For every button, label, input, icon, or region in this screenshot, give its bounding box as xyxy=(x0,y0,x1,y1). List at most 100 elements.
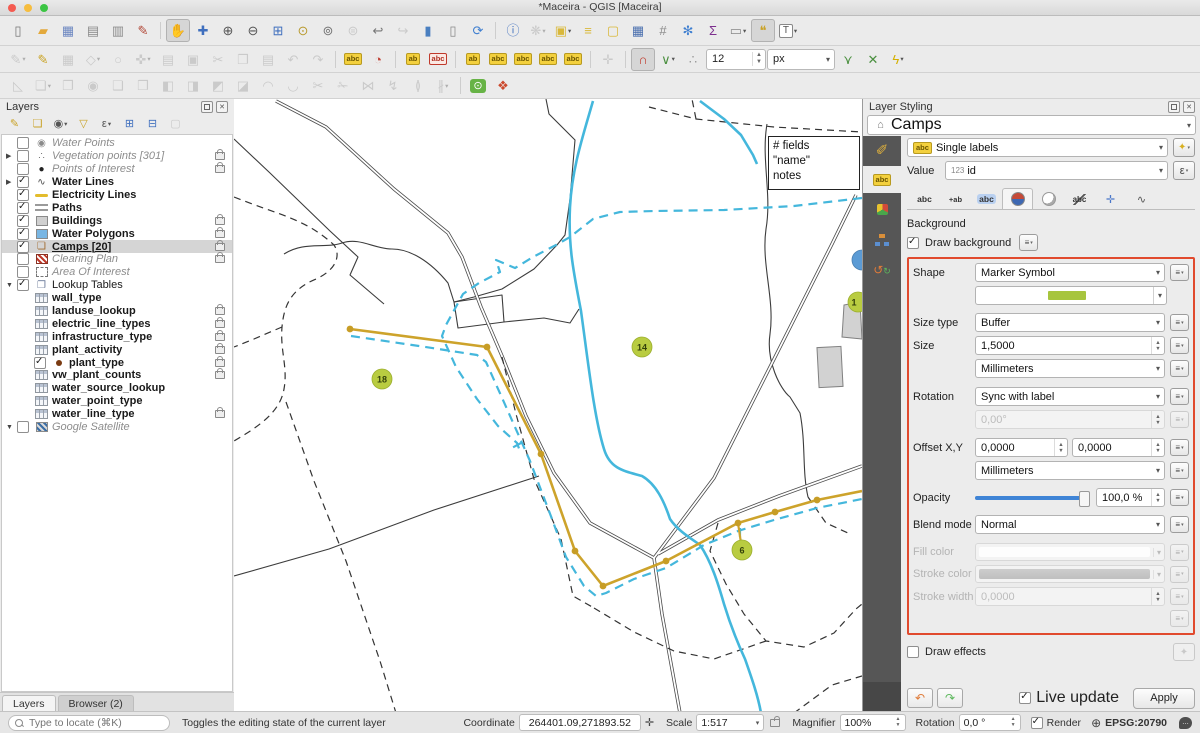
maximize-window-button[interactable] xyxy=(40,4,48,12)
label-rules-button[interactable]: ✦ xyxy=(1173,138,1195,157)
tab-buffer[interactable]: abc xyxy=(971,188,1002,209)
opacity-slider[interactable] xyxy=(975,496,1088,500)
close-window-button[interactable] xyxy=(8,4,16,12)
show-unplaced-labels-button[interactable]: abc xyxy=(426,48,450,71)
layer-labeling-options-button[interactable]: abc xyxy=(341,48,365,71)
layers-panel-undock-icon[interactable] xyxy=(201,101,213,113)
expression-builder-button[interactable]: ε xyxy=(1173,161,1195,180)
spinner-arrows[interactable]: ▲▼ xyxy=(1151,337,1164,354)
size-type-combo[interactable]: Buffer ▾ xyxy=(975,313,1165,332)
map-plugin-button[interactable]: ❖ xyxy=(491,74,515,97)
draw-background-override-button[interactable]: ≡ xyxy=(1019,234,1038,251)
coordinate-input[interactable]: 264401.09,271893.52 xyxy=(519,714,641,731)
layer-item-water-points[interactable]: ◉Water Points xyxy=(2,137,232,150)
add-group-button[interactable]: ❏ xyxy=(27,115,48,134)
layer-visibility-checkbox[interactable] xyxy=(17,176,29,188)
size-override-button[interactable]: ≡ xyxy=(1170,337,1189,354)
manage-map-themes-button[interactable]: ◉▾ xyxy=(50,115,71,134)
expander-icon[interactable]: ▶ xyxy=(6,178,17,186)
collapse-all-button[interactable]: ⊟ xyxy=(142,115,163,134)
spinner-arrows[interactable]: ▲▼ xyxy=(896,717,901,728)
layer-visibility-checkbox[interactable] xyxy=(34,357,46,369)
size-type-override-button[interactable]: ≡ xyxy=(1170,314,1189,331)
size-input[interactable]: 1,5000 ▲▼ xyxy=(975,336,1165,355)
tab-layers[interactable]: Layers xyxy=(2,695,56,712)
zoom-full-button[interactable]: ⊞ xyxy=(266,19,290,42)
layer-item-google-satellite[interactable]: ▼Google Satellite xyxy=(2,421,232,434)
refresh-map-button[interactable]: ⟳ xyxy=(466,19,490,42)
snapping-on-intersection-button[interactable]: ∴ xyxy=(681,48,705,71)
layer-item-lookup-tables[interactable]: ▼❐Lookup Tables xyxy=(2,279,232,292)
move-label-button[interactable]: abc xyxy=(511,48,535,71)
live-update-checkbox[interactable] xyxy=(1019,692,1031,704)
snapping-tolerance-input[interactable]: 12▲▼ xyxy=(706,49,766,70)
processing-toolbox-button[interactable]: ✻ xyxy=(676,19,700,42)
shape-combo[interactable]: Marker Symbol ▾ xyxy=(975,263,1165,282)
enable-tracing-button[interactable]: ⋎ xyxy=(836,48,860,71)
style-redo-button[interactable]: ↷ xyxy=(937,688,963,708)
magnifier-input[interactable]: 100% ▲▼ xyxy=(840,714,906,731)
messages-button[interactable]: … xyxy=(1179,717,1192,729)
enable-snapping-magnet-button[interactable]: ∩ xyxy=(631,48,655,71)
layer-item-landuse-lookup[interactable]: landuse_lookup xyxy=(2,305,232,318)
new-print-layout-button[interactable]: ▤ xyxy=(81,19,105,42)
layer-item-infrastructure-type[interactable]: infrastructure_type xyxy=(2,330,232,343)
spinner-arrows[interactable]: ▲▼ xyxy=(752,52,765,66)
opacity-override-button[interactable]: ≡ xyxy=(1170,489,1189,506)
select-by-value-button[interactable]: ≡ xyxy=(576,19,600,42)
spinner-arrows[interactable]: ▲▼ xyxy=(1151,439,1164,456)
pan-map-button[interactable]: ✋ xyxy=(166,19,190,42)
label-mode-combo[interactable]: abc Single labels ▾ xyxy=(907,138,1168,157)
tracing-offset-button[interactable]: ϟ▾ xyxy=(886,48,910,71)
layer-item-plant-type[interactable]: plant_type xyxy=(2,356,232,369)
layer-visibility-checkbox[interactable] xyxy=(17,137,29,149)
style-undo-button[interactable]: ↶ xyxy=(907,688,933,708)
rotation-mode-combo[interactable]: Sync with label ▾ xyxy=(975,387,1165,406)
offset-unit-override-button[interactable]: ≡ xyxy=(1170,462,1189,479)
map-text-annotation[interactable]: # fields "name" notes xyxy=(768,136,860,190)
symbology-tab[interactable]: ✐ xyxy=(863,136,901,163)
show-hide-labels-button[interactable]: abc xyxy=(486,48,510,71)
zoom-out-button[interactable]: ⊖ xyxy=(241,19,265,42)
layer-item-vw-plant-counts[interactable]: vw_plant_counts xyxy=(2,369,232,382)
layer-item-water-point-type[interactable]: water_point_type xyxy=(2,395,232,408)
layer-item-vegetation-points-301[interactable]: ▶∴Vegetation points [301] xyxy=(2,150,232,163)
open-layer-styling-dock-button[interactable]: ✎ xyxy=(4,115,25,134)
highlight-pinned-labels-button[interactable]: ab xyxy=(401,48,425,71)
offset-override-button[interactable]: ≡ xyxy=(1170,439,1189,456)
tab-formatting[interactable]: +ab xyxy=(940,188,971,209)
new-spatial-bookmark-button[interactable]: ▮ xyxy=(416,19,440,42)
tab-browser[interactable]: Browser (2) xyxy=(58,695,134,712)
opacity-slider-handle[interactable] xyxy=(1079,491,1090,507)
layer-item-wall-type[interactable]: wall_type xyxy=(2,292,232,305)
expander-icon[interactable]: ▶ xyxy=(6,152,17,160)
rotate-label-button[interactable]: abc xyxy=(536,48,560,71)
apply-button[interactable]: Apply xyxy=(1133,688,1195,709)
snapping-unit-combo[interactable]: px▾ xyxy=(767,49,835,70)
rotation-override-button[interactable]: ≡ xyxy=(1170,388,1189,405)
zoom-last-button[interactable]: ↩ xyxy=(366,19,390,42)
identify-features-button[interactable]: ⓘ xyxy=(501,19,525,42)
locator-input[interactable] xyxy=(27,716,149,730)
minimize-window-button[interactable] xyxy=(24,4,32,12)
open-attribute-table-button[interactable]: ▦ xyxy=(626,19,650,42)
field-calculator-button[interactable]: # xyxy=(651,19,675,42)
offset-unit-combo[interactable]: Millimeters ▾ xyxy=(975,461,1165,480)
history-tab[interactable]: ↺↻ xyxy=(863,256,901,283)
layer-item-water-source-lookup[interactable]: water_source_lookup xyxy=(2,382,232,395)
show-bookmarks-button[interactable]: ▯ xyxy=(441,19,465,42)
size-unit-override-button[interactable]: ≡ xyxy=(1170,360,1189,377)
tab-rendering[interactable]: ∿ xyxy=(1126,188,1157,209)
labels-tab[interactable]: abc xyxy=(863,166,901,193)
tab-placement[interactable]: ✛ xyxy=(1095,188,1126,209)
layer-visibility-checkbox[interactable] xyxy=(17,253,29,265)
pan-to-selection-button[interactable]: ✚ xyxy=(191,19,215,42)
rotation-input[interactable]: 0,0 ° ▲▼ xyxy=(959,714,1021,731)
map-tips-button[interactable]: ❝ xyxy=(751,19,775,42)
layer-item-electricity-lines[interactable]: Electricity Lines xyxy=(2,189,232,202)
layer-item-water-polygons[interactable]: Water Polygons xyxy=(2,227,232,240)
layout-manager-button[interactable]: ▥ xyxy=(106,19,130,42)
deselect-features-button[interactable]: ▢ xyxy=(601,19,625,42)
save-project-button[interactable]: ▦ xyxy=(56,19,80,42)
tracing-intersect-button[interactable]: ✕ xyxy=(861,48,885,71)
